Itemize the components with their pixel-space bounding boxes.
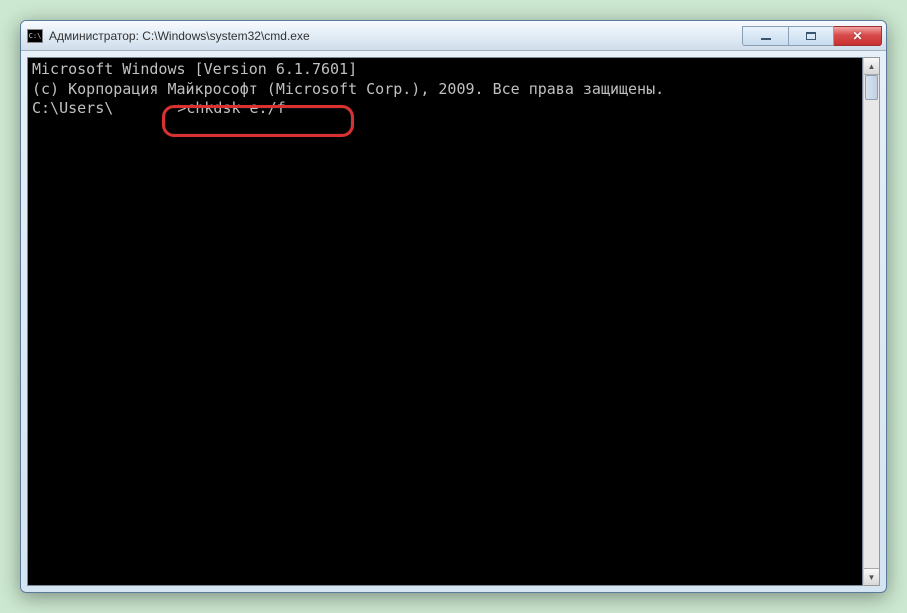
prompt-line: C:\Users\ >chkdsk e:/f <box>32 99 858 119</box>
minimize-icon <box>761 38 771 40</box>
copyright-line: (c) Корпорация Майкрософт (Microsoft Cor… <box>32 80 858 100</box>
redacted-username <box>113 102 177 116</box>
cmd-window: C:\ Администратор: C:\Windows\system32\c… <box>20 20 887 593</box>
close-button[interactable]: ✕ <box>834 26 882 46</box>
version-line: Microsoft Windows [Version 6.1.7601] <box>32 60 858 80</box>
cmd-icon: C:\ <box>27 29 43 43</box>
close-icon: ✕ <box>852 29 862 43</box>
maximize-button[interactable] <box>788 26 834 46</box>
client-area: Microsoft Windows [Version 6.1.7601] (c)… <box>21 51 886 592</box>
prompt-suffix: > <box>177 99 186 117</box>
scroll-thumb[interactable] <box>865 75 878 100</box>
titlebar[interactable]: C:\ Администратор: C:\Windows\system32\c… <box>21 21 886 51</box>
minimize-button[interactable] <box>742 26 788 46</box>
window-controls: ✕ <box>742 26 882 46</box>
prompt-prefix: C:\Users\ <box>32 99 113 117</box>
scroll-down-button[interactable]: ▼ <box>864 568 879 585</box>
command-text: chkdsk e:/f <box>186 99 285 117</box>
scroll-up-button[interactable]: ▲ <box>864 58 879 75</box>
vertical-scrollbar[interactable]: ▲ ▼ <box>863 57 880 586</box>
scroll-track[interactable] <box>864 75 879 568</box>
maximize-icon <box>806 32 816 40</box>
console-output[interactable]: Microsoft Windows [Version 6.1.7601] (c)… <box>27 57 863 586</box>
window-title: Администратор: C:\Windows\system32\cmd.e… <box>49 29 742 43</box>
